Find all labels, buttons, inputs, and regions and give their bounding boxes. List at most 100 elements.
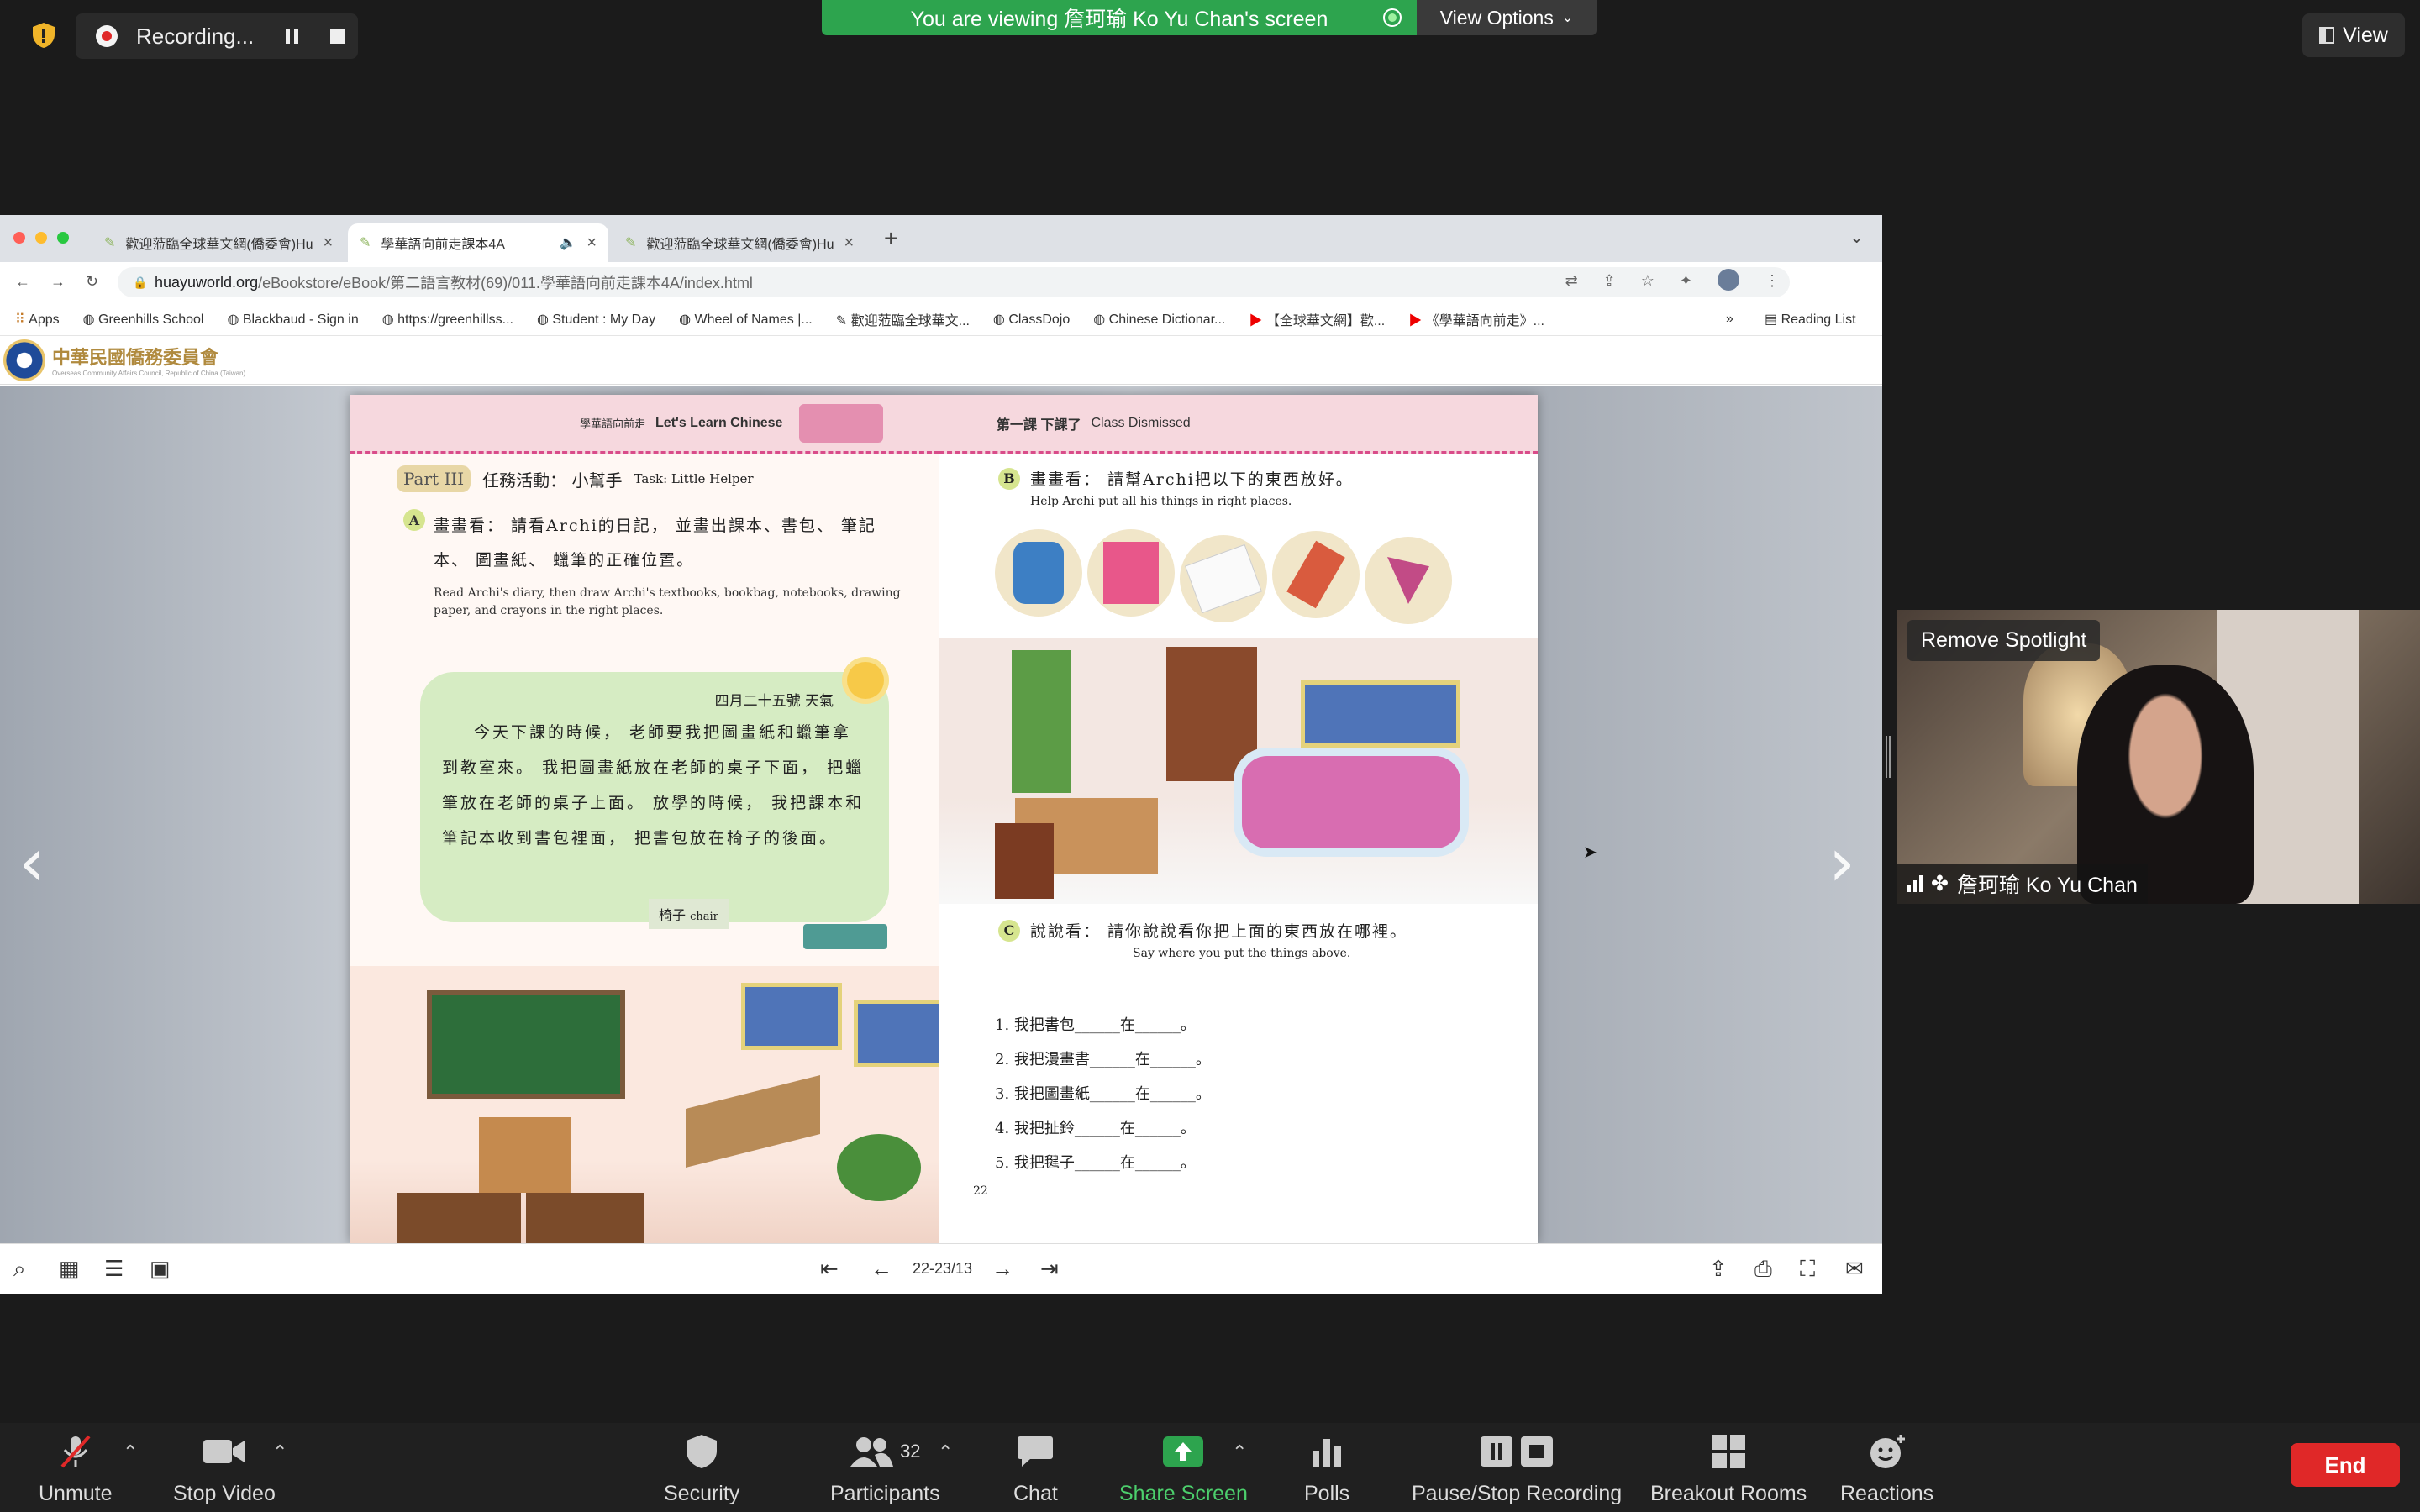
back-arrow-icon[interactable]: ← xyxy=(15,273,30,291)
menu-dots-icon[interactable]: ⋮ xyxy=(1765,272,1780,291)
previous-page-icon[interactable]: ← xyxy=(871,1256,892,1282)
new-tab-icon[interactable]: + xyxy=(884,225,897,252)
tab-search-chevron-icon[interactable]: ⌄ xyxy=(1849,227,1864,248)
star-icon[interactable]: ☆ xyxy=(1641,272,1655,291)
stop-recording-icon[interactable] xyxy=(330,29,345,44)
bookmark-item[interactable]: ◍ https://greenhillss... xyxy=(382,311,513,328)
close-tab-icon[interactable]: × xyxy=(587,234,597,253)
student-desk-illustration xyxy=(526,1193,644,1243)
security-button[interactable]: Security xyxy=(664,1433,739,1506)
thumbnails-icon[interactable]: ▦ xyxy=(59,1256,80,1282)
participants-chevron-icon[interactable]: ⌃ xyxy=(938,1441,953,1463)
bookmark-item[interactable]: ▶ 《學華語向前走》... xyxy=(1408,309,1544,329)
section-a: A 畫畫看： 請看Archi的日記， 並畫出課本、書包、 筆記本、 圖畫紙、 蠟… xyxy=(403,509,908,620)
diary-date: 四月二十五號 天氣 xyxy=(714,693,834,710)
remove-spotlight-button[interactable]: Remove Spotlight xyxy=(1907,620,2101,661)
more-bookmarks-icon[interactable]: » xyxy=(1726,312,1733,327)
bookmark-label: 【全球華文網】歡... xyxy=(1265,313,1386,328)
record-icon xyxy=(96,25,118,47)
browser-tab-active[interactable]: ✎ 學華語向前走課本4A 🔈 × xyxy=(348,223,608,262)
share-options-chevron-icon[interactable]: ⌃ xyxy=(1232,1441,1247,1463)
reload-icon[interactable]: ↻ xyxy=(86,273,98,291)
forward-arrow-icon[interactable]: → xyxy=(50,273,66,291)
bookmark-panel-icon[interactable]: ▣ xyxy=(150,1256,171,1282)
remove-spotlight-label: Remove Spotlight xyxy=(1921,628,2087,652)
zoom-icon[interactable]: ⌕ xyxy=(13,1256,26,1283)
pause-stop-recording-button[interactable]: Pause/Stop Recording xyxy=(1412,1433,1622,1506)
view-button[interactable]: View xyxy=(2302,13,2405,57)
chair-label: 椅子 chair xyxy=(649,899,729,929)
speaker-icon[interactable]: 🔈 xyxy=(560,234,576,251)
close-tab-icon[interactable]: × xyxy=(324,234,334,253)
browser-tab[interactable]: ✎ 歡迎蒞臨全球華文網(僑委會)Hu × xyxy=(613,223,865,262)
address-bar[interactable]: 🔒 huayuworld.org/eBookstore/eBook/第二語言教材… xyxy=(118,267,1790,297)
next-page-arrow-icon[interactable]: › xyxy=(1828,823,1855,901)
stop-video-button[interactable]: Stop Video xyxy=(173,1433,276,1506)
ebook-reader: ‹ › 學華語向前走 Let's Learn Chinese Part III … xyxy=(0,386,1882,1243)
shield-icon[interactable] xyxy=(32,22,55,49)
breakout-rooms-button[interactable]: Breakout Rooms xyxy=(1650,1433,1807,1506)
bookmark-item[interactable]: ◍ Student : My Day xyxy=(537,311,655,328)
share-icon[interactable]: ⇪ xyxy=(1603,272,1616,291)
view-options-label: View Options xyxy=(1439,6,1554,29)
profile-avatar[interactable] xyxy=(1718,269,1739,291)
polls-button[interactable]: Polls xyxy=(1304,1433,1349,1506)
reactions-button[interactable]: Reactions xyxy=(1840,1433,1933,1506)
translate-icon[interactable]: ⇄ ⇪ ☆ ✦ ⋮ xyxy=(1565,269,1790,291)
email-icon[interactable]: ✉ xyxy=(1845,1256,1864,1282)
last-page-icon[interactable]: ⇥ xyxy=(1040,1256,1059,1282)
site-logo[interactable]: 中華民國僑務委員會 Overseas Community Affairs Coun… xyxy=(3,339,245,381)
bookmark-item[interactable]: ▶ 【全球華文網】歡... xyxy=(1249,309,1385,329)
first-page-icon[interactable]: ⇤ xyxy=(820,1256,839,1282)
unmute-button[interactable]: Unmute xyxy=(39,1433,113,1506)
window-illustration xyxy=(741,983,842,1050)
view-options-button[interactable]: View Options ⌄ xyxy=(1417,0,1597,35)
share-icon[interactable]: ⇪ xyxy=(1709,1256,1728,1282)
muted-microphone-icon xyxy=(57,1433,94,1470)
chat-button[interactable]: Chat xyxy=(1013,1433,1058,1506)
pause-recording-icon[interactable] xyxy=(286,29,299,44)
print-icon[interactable]: ⎙ xyxy=(1754,1256,1772,1283)
prev-page-arrow-icon[interactable]: ‹ xyxy=(18,823,45,901)
participant-name-tag: ✤ 詹珂瑜 Ko Yu Chan xyxy=(1897,864,2148,904)
diabolo-illustration xyxy=(1272,531,1360,618)
video-options-chevron-icon[interactable]: ⌃ xyxy=(272,1441,287,1463)
minimize-window-dot[interactable] xyxy=(35,232,47,244)
page-indicator[interactable]: 22-23/13 xyxy=(913,1260,972,1278)
reading-list-icon: ▤ xyxy=(1765,312,1778,327)
participant-video[interactable]: Remove Spotlight ✤ 詹珂瑜 Ko Yu Chan xyxy=(1897,610,2420,904)
reading-list-button[interactable]: ▤ Reading List xyxy=(1765,311,1856,328)
bookmark-item[interactable]: ◍ Wheel of Names |... xyxy=(679,311,813,328)
viewing-banner-text: You are viewing 詹珂瑜 Ko Yu Chan's screen xyxy=(910,8,1328,31)
end-label: End xyxy=(2324,1452,2366,1478)
audio-options-chevron-icon[interactable]: ⌃ xyxy=(123,1441,138,1463)
bookmark-item[interactable]: ◍ ClassDojo xyxy=(993,311,1070,328)
breakout-rooms-label: Breakout Rooms xyxy=(1650,1482,1807,1505)
browser-tab[interactable]: ✎ 歡迎蒞臨全球華文網(僑委會)Hu × xyxy=(92,223,345,262)
panel-resize-handle[interactable] xyxy=(1886,736,1891,778)
next-page-icon[interactable]: → xyxy=(992,1256,1013,1282)
site-header: 中華民國僑務委員會 Overseas Community Affairs Coun… xyxy=(0,336,1882,385)
bookmark-item[interactable]: ◍ Chinese Dictionar... xyxy=(1093,311,1225,328)
status-dot-icon xyxy=(1383,8,1402,27)
feather-icon: ✎ xyxy=(360,236,371,250)
extensions-icon[interactable]: ✦ xyxy=(1680,272,1692,291)
share-screen-button[interactable]: Share Screen xyxy=(1119,1433,1248,1506)
book-stack-illustration xyxy=(803,924,887,949)
bookmark-label: ClassDojo xyxy=(1008,312,1071,327)
table-of-contents-icon[interactable]: ☰ xyxy=(104,1256,124,1282)
bookmark-item[interactable]: ✎ 歡迎蒞臨全球華文... xyxy=(836,309,970,329)
close-window-dot[interactable] xyxy=(13,232,25,244)
maximize-window-dot[interactable] xyxy=(57,232,69,244)
end-meeting-button[interactable]: End xyxy=(2291,1443,2400,1487)
participants-button[interactable]: 32 Participants xyxy=(830,1433,940,1506)
bookmark-item[interactable]: ◍ Blackbaud - Sign in xyxy=(227,311,358,328)
url-domain: huayuworld.org xyxy=(155,273,259,291)
sun-icon xyxy=(847,662,884,699)
train-icon xyxy=(799,403,884,443)
fullscreen-icon[interactable]: ⛶ xyxy=(1800,1256,1815,1283)
bookmark-apps[interactable]: ⠿ Apps xyxy=(15,311,60,328)
close-tab-icon[interactable]: × xyxy=(844,234,855,253)
bookmark-item[interactable]: ◍ Greenhills School xyxy=(83,311,204,328)
chat-label: Chat xyxy=(1013,1482,1058,1505)
